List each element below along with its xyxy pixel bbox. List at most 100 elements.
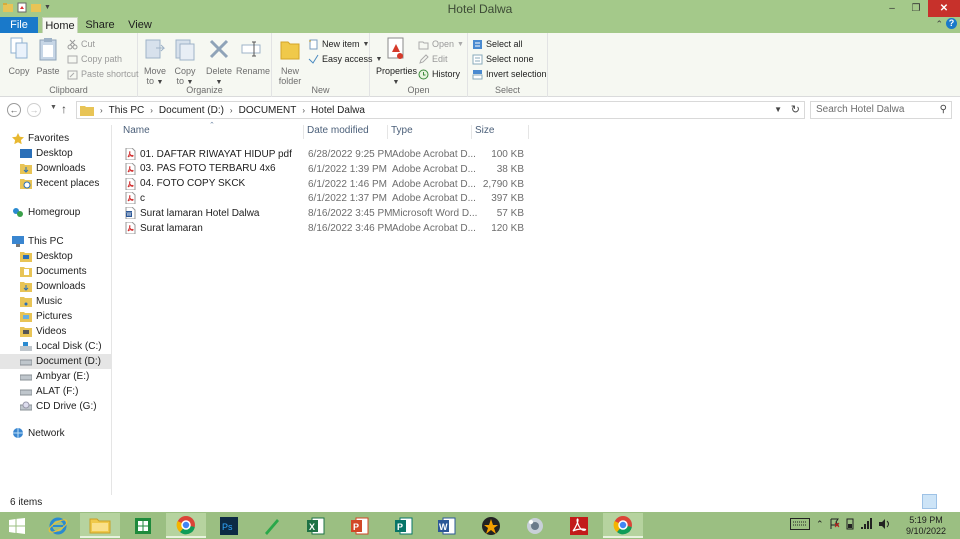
taskbar-pen-app[interactable] [252, 513, 292, 538]
nav-favorites-desktop[interactable]: Desktop [20, 146, 73, 161]
taskbar-word[interactable]: W [427, 513, 467, 538]
copy-button[interactable]: Copy [6, 36, 32, 76]
nav-pc-pictures[interactable]: Pictures [20, 309, 72, 324]
easy-access-label: Easy access [322, 54, 373, 64]
nav-pc-document-d[interactable]: Document (D:) [0, 354, 111, 369]
new-item-label: New item [322, 39, 360, 49]
restore-button[interactable]: ❐ [904, 0, 928, 17]
taskbar-powerpoint[interactable]: P [340, 513, 380, 538]
battery-icon[interactable] [846, 518, 854, 530]
copy-to-button[interactable]: Copy to ▼ [174, 36, 196, 86]
breadcrumb-document[interactable]: DOCUMENT [239, 105, 297, 116]
nav-favorites-recent-places[interactable]: Recent places [20, 176, 99, 191]
nav-pc-cd-drive-g[interactable]: CD Drive (G:) [20, 399, 97, 414]
tab-home[interactable]: Home [42, 17, 78, 33]
forward-button[interactable]: → [27, 103, 41, 117]
column-header-size[interactable]: Size [472, 125, 529, 139]
delete-button[interactable]: Delete ▼ [206, 36, 232, 86]
up-arrow-icon[interactable]: ↑ [61, 102, 67, 116]
file-row[interactable]: 01. DAFTAR RIWAYAT HIDUP pdf 6/28/2022 9:… [122, 147, 532, 162]
column-header-date-modified[interactable]: Date modified [304, 125, 388, 139]
nav-pc-ambyar-e[interactable]: Ambyar (E:) [20, 369, 89, 384]
nav-pc-alat-f[interactable]: ALAT (F:) [20, 384, 78, 399]
nav-pc-documents[interactable]: Documents [20, 264, 87, 279]
history-button[interactable]: History [418, 67, 460, 81]
new-item-button[interactable]: New item ▼ [308, 37, 369, 51]
action-center-flag-icon[interactable] [830, 518, 840, 530]
taskbar-file-explorer[interactable] [80, 513, 120, 538]
nav-pc-music[interactable]: Music [20, 294, 62, 309]
taskbar-clock[interactable]: 5:19 PM 9/10/2022 [898, 515, 954, 537]
copy-path-button[interactable]: Copy path [67, 52, 122, 66]
tab-file[interactable]: File [0, 17, 38, 33]
keyboard-icon[interactable] [790, 518, 810, 530]
invert-selection-button[interactable]: Invert selection [472, 67, 547, 81]
file-row[interactable]: Surat lamaran 8/16/2022 3:46 PM Adobe Acro… [122, 221, 532, 236]
rename-button[interactable]: Rename [236, 36, 270, 76]
open-button[interactable]: Open ▼ [418, 37, 464, 51]
internet-explorer-icon [48, 517, 68, 534]
search-icon[interactable]: ⚲ [940, 104, 947, 115]
breadcrumb-separator-icon[interactable]: › [302, 106, 305, 115]
taskbar-chrome-2[interactable] [603, 513, 643, 538]
cut-button[interactable]: Cut [67, 37, 95, 51]
taskbar-publisher[interactable]: P [384, 513, 424, 538]
help-button[interactable]: ? [946, 18, 957, 29]
nav-network[interactable]: Network [12, 426, 65, 441]
taskbar-utility-app[interactable] [515, 513, 555, 538]
nav-pc-downloads[interactable]: Downloads [20, 279, 85, 294]
paste-button[interactable]: Paste [35, 36, 61, 76]
breadcrumb-document-d[interactable]: Document (D:) [159, 105, 224, 116]
close-button[interactable]: ✕ [928, 0, 960, 17]
search-input[interactable]: Search Hotel Dalwa ⚲ [810, 101, 952, 119]
address-dropdown-chevron-icon[interactable]: ▼ [774, 105, 782, 114]
breadcrumb-separator-icon[interactable]: › [150, 106, 153, 115]
taskbar-spreadsheet-app[interactable] [123, 513, 163, 538]
file-row[interactable]: 04. FOTO COPY SKCK 6/1/2022 1:46 PM Adobe … [122, 177, 532, 192]
show-hidden-icons-chevron-icon[interactable]: ⌃ [816, 519, 824, 530]
refresh-icon[interactable]: ↻ [791, 103, 800, 116]
taskbar-chrome[interactable] [166, 513, 206, 538]
taskbar-acrobat[interactable] [559, 513, 599, 538]
tab-share[interactable]: Share [84, 17, 116, 33]
nav-pc-local-disk-c[interactable]: Local Disk (C:) [20, 339, 102, 354]
tab-view[interactable]: View [124, 17, 156, 33]
nav-pc-desktop[interactable]: Desktop [20, 249, 73, 264]
recent-locations-chevron-icon[interactable]: ▼ [50, 104, 57, 111]
nav-this-pc[interactable]: This PC [12, 234, 64, 249]
file-row[interactable]: W Surat lamaran Hotel Dalwa 8/16/2022 3:45… [122, 206, 532, 221]
volume-icon[interactable] [878, 518, 890, 530]
select-none-button[interactable]: Select none [472, 52, 534, 66]
nav-favorites[interactable]: Favorites [12, 131, 69, 146]
paste-shortcut-button[interactable]: Paste shortcut [67, 67, 139, 81]
taskbar-photoshop[interactable]: Ps [209, 513, 249, 538]
taskbar-excel[interactable]: X [296, 513, 336, 538]
taskbar-media-player[interactable] [471, 513, 511, 538]
breadcrumb-this-pc[interactable]: This PC [109, 105, 145, 116]
minimize-ribbon-chevron-icon[interactable]: ⌃ [935, 19, 943, 30]
wifi-signal-icon[interactable] [860, 518, 872, 530]
breadcrumb-separator-icon[interactable]: › [230, 106, 233, 115]
nav-homegroup[interactable]: Homegroup [12, 205, 80, 220]
breadcrumb-separator-icon[interactable]: › [100, 106, 103, 115]
file-row[interactable]: 03. PAS FOTO TERBARU 4x6 6/1/2022 1:39 PM… [122, 162, 532, 177]
move-to-button[interactable]: Move to ▼ [144, 36, 166, 86]
windows-start-icon[interactable] [9, 518, 25, 534]
file-row[interactable]: c 6/1/2022 1:37 PM Adobe Acrobat D... 397 K… [122, 191, 532, 206]
taskbar-internet-explorer[interactable] [38, 513, 78, 538]
edit-button[interactable]: Edit [418, 52, 448, 66]
new-item-icon [309, 39, 318, 49]
back-button[interactable]: ← [7, 103, 21, 117]
address-bar[interactable]: › This PC › Document (D:) › DOCUMENT › H… [76, 101, 805, 119]
select-all-button[interactable]: Select all [472, 37, 523, 51]
nav-pc-videos[interactable]: Videos [20, 324, 66, 339]
minimize-button[interactable]: – [880, 0, 904, 17]
address-row: ← → ▼ ↑ › This PC › Document (D:) › DOCU… [0, 98, 960, 122]
large-icons-view-button[interactable] [939, 494, 954, 509]
details-view-button[interactable] [922, 494, 937, 509]
nav-favorites-downloads[interactable]: Downloads [20, 161, 85, 176]
column-header-type[interactable]: Type [388, 125, 472, 139]
new-folder-button[interactable]: New folder [276, 36, 304, 86]
properties-button[interactable]: Properties ▼ [376, 36, 417, 86]
breadcrumb-hotel-dalwa[interactable]: Hotel Dalwa [311, 105, 365, 116]
